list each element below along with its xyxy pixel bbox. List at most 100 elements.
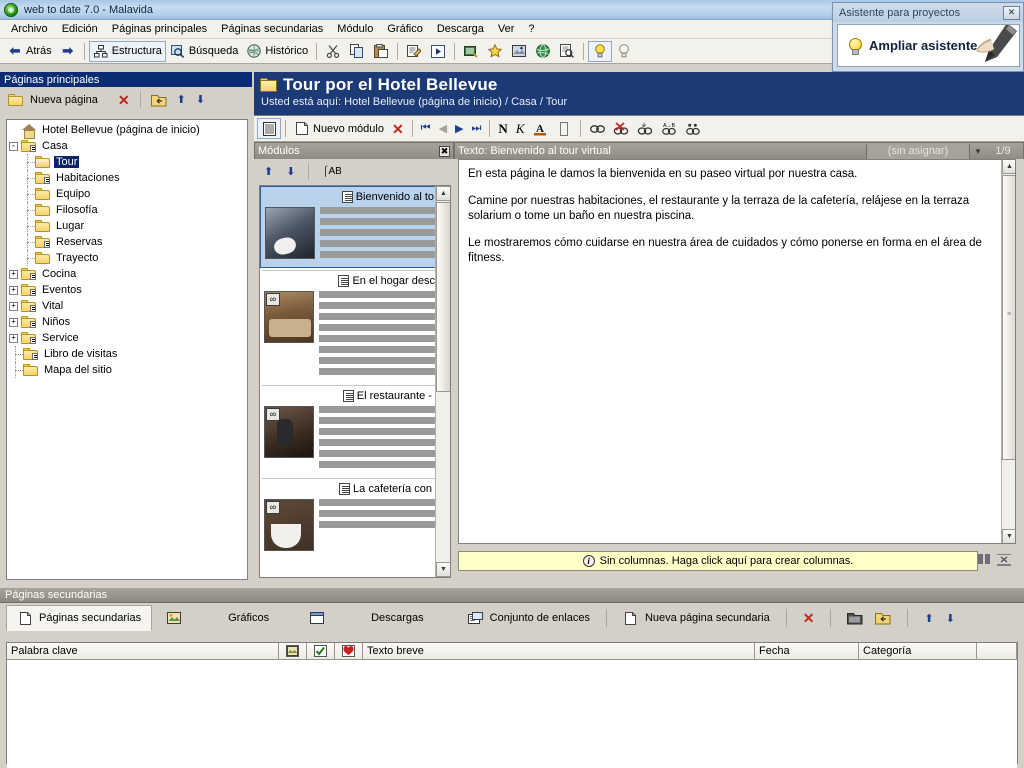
close-icon[interactable]: ✕ (1003, 5, 1020, 20)
tree-item[interactable]: + Cocina (9, 266, 247, 282)
chevron-down-icon[interactable]: ▼ (970, 144, 986, 159)
move-subpage-button[interactable] (873, 606, 901, 630)
columns-view-icon[interactable] (978, 553, 991, 569)
tree-item[interactable]: + Niños (9, 314, 247, 330)
tree-item[interactable]: Equipo (9, 186, 247, 202)
new-subpage-button[interactable]: Nueva página secundaria (613, 606, 780, 630)
prev-module-button[interactable]: ◀ (435, 118, 451, 139)
copy-button[interactable] (345, 41, 369, 62)
menu-ver[interactable]: Ver (491, 21, 522, 37)
menu-paginas-principales[interactable]: Páginas principales (105, 21, 214, 37)
remove-link-button[interactable] (609, 118, 633, 139)
tab-paginas-secundarias[interactable]: Páginas secundarias (6, 605, 153, 631)
tab-conjunto-de-enlaces[interactable]: Conjunto de enlaces (434, 606, 600, 630)
move-page-button[interactable] (147, 89, 171, 110)
close-modules-icon[interactable]: ✖ (439, 145, 450, 157)
cut-button[interactable] (321, 41, 345, 62)
delete-page-button[interactable]: ✕ (114, 89, 134, 110)
tree-item[interactable]: Filosofía (9, 202, 247, 218)
text-editor[interactable]: En esta página le damos la bienvenida en… (458, 159, 1016, 544)
page-tree[interactable]: Hotel Bellevue (página de inicio) - Casa To… (6, 119, 248, 580)
subpages-grid-body[interactable] (7, 660, 1017, 768)
link-multi-button[interactable] (681, 118, 705, 139)
text-cursor-button[interactable]: ⌠AB (318, 161, 345, 182)
paste-button[interactable] (369, 41, 393, 62)
grid-column-header[interactable]: Texto breve (363, 643, 755, 659)
subpage-down-button[interactable]: ⬇ (944, 608, 965, 629)
menu-grafico[interactable]: Gráfico (380, 21, 429, 37)
scroll-up-icon[interactable]: ▲ (1002, 160, 1015, 174)
tree-toggle-icon[interactable]: - (9, 141, 18, 151)
editor-scrollbar[interactable]: ▲ ≡ ▼ (1001, 160, 1015, 543)
scroll-up-icon[interactable]: ▲ (436, 186, 450, 201)
subpages-grid[interactable]: Palabra clave Texto breve Fecha Categoría (6, 642, 1018, 768)
subpage-up-button[interactable]: ⬆ (914, 608, 943, 629)
modules-list[interactable]: Bienvenido al to… En el hogar desc… ∞ El re… (259, 185, 451, 578)
move-down-button[interactable]: ⬇ (192, 89, 209, 110)
first-module-button[interactable]: ⏮ (417, 118, 435, 139)
tree-toggle-icon[interactable]: + (9, 301, 18, 311)
move-up-button[interactable]: ⬆ (173, 89, 190, 110)
tree-item[interactable]: Trayecto (9, 250, 247, 266)
insert-image-button[interactable] (507, 41, 531, 62)
last-module-button[interactable]: ⏭ (468, 118, 486, 139)
back-button[interactable]: ⬅ Atrás (3, 41, 56, 62)
grid-column-header[interactable]: Fecha (755, 643, 859, 659)
scroll-down-icon[interactable]: ▼ (1002, 529, 1015, 543)
structure-button[interactable]: Estructura (88, 40, 166, 62)
toggle-modules-panel-button[interactable] (257, 118, 281, 139)
globe-button[interactable] (531, 41, 555, 62)
tree-item[interactable]: Libro de visitas (9, 346, 247, 362)
grid-column-header[interactable]: Palabra clave (7, 643, 279, 659)
new-module-button[interactable]: Nuevo módulo (290, 118, 388, 139)
assistant-bulb-button[interactable] (588, 40, 613, 62)
module-item[interactable]: El restaurante - … ∞ (260, 386, 450, 476)
module-down-button[interactable]: ⬇ (282, 161, 299, 182)
scrollbar-thumb[interactable] (436, 202, 450, 392)
tree-item[interactable]: Hotel Bellevue (página de inicio) (9, 122, 247, 139)
bold-button[interactable]: N (494, 118, 511, 139)
tree-item[interactable]: Mapa del sitio (9, 362, 247, 378)
columns-hint-bar[interactable]: i Sin columnas. Haga click aquí para cre… (458, 551, 978, 571)
module-item[interactable]: En el hogar desc… ∞ (260, 271, 450, 383)
menu-archivo[interactable]: Archivo (4, 21, 55, 37)
copy-subpage-button[interactable] (837, 606, 873, 630)
delete-subpage-button[interactable]: ✕ (793, 607, 825, 629)
tree-item[interactable]: Habitaciones (9, 170, 247, 186)
scroll-down-icon[interactable]: ▼ (436, 562, 450, 577)
highlight-button[interactable] (552, 118, 576, 139)
favorite-button[interactable] (483, 41, 507, 62)
grid-column-header[interactable] (279, 643, 307, 659)
menu-descarga[interactable]: Descarga (430, 21, 491, 37)
properties-button[interactable] (402, 41, 426, 62)
modules-scrollbar[interactable]: ▲ ▼ (435, 186, 450, 577)
search-button[interactable]: Búsqueda (166, 41, 243, 62)
module-item[interactable]: La cafetería con … ∞ (260, 479, 450, 559)
grid-column-header[interactable] (335, 643, 363, 659)
new-page-button[interactable]: Nueva página (4, 89, 102, 110)
module-up-button[interactable]: ⬆ (260, 161, 277, 182)
insert-link-button[interactable] (585, 118, 609, 139)
menu-modulo[interactable]: Módulo (330, 21, 380, 37)
menu-help[interactable]: ? (521, 21, 541, 37)
link-properties-button[interactable]: e (633, 118, 657, 139)
module-item[interactable]: Bienvenido al to… (260, 186, 450, 268)
assign-combo[interactable]: (sin asignar) ▼ (866, 143, 986, 159)
tree-toggle-icon[interactable]: + (9, 333, 18, 343)
tab-graficos[interactable]: Gráficos (152, 606, 279, 630)
tree-item[interactable]: + Eventos (9, 282, 247, 298)
tree-item[interactable]: Tour (9, 154, 247, 170)
play-button[interactable] (426, 41, 450, 62)
history-button[interactable]: Histórico (242, 41, 312, 62)
menu-edicion[interactable]: Edición (55, 21, 105, 37)
expand-assistant-button[interactable]: Ampliar asistente (837, 24, 1020, 67)
tree-item[interactable]: + Vital (9, 298, 247, 314)
grid-column-header[interactable]: Categoría (859, 643, 977, 659)
tree-toggle-icon[interactable]: + (9, 285, 18, 295)
tree-item[interactable]: Lugar (9, 218, 247, 234)
tree-item[interactable]: Reservas (9, 234, 247, 250)
link-anchor-button[interactable]: A→B (657, 118, 681, 139)
forward-button[interactable]: ➡ (56, 41, 80, 62)
menu-paginas-secundarias[interactable]: Páginas secundarias (214, 21, 330, 37)
tab-descargas[interactable]: Descargas (279, 606, 434, 630)
